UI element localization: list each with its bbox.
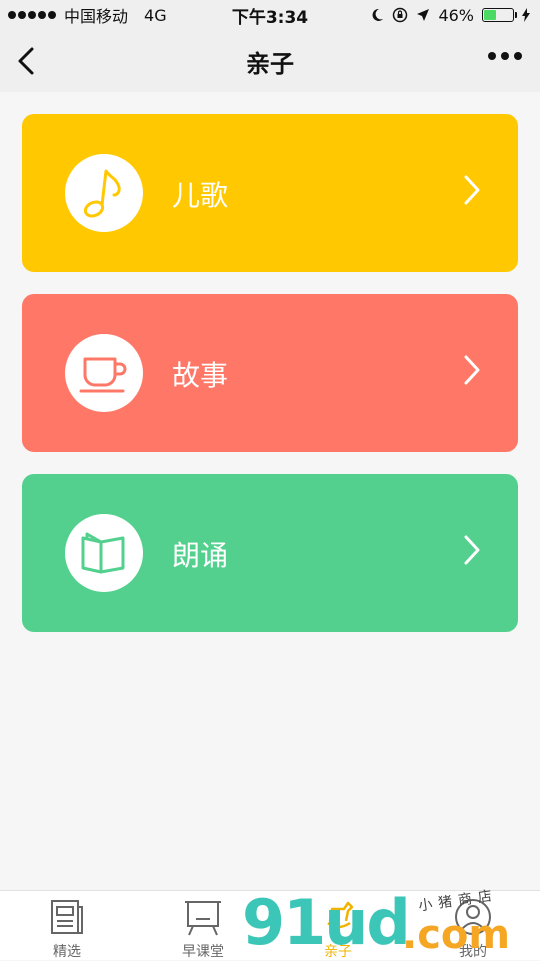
tab-mine[interactable]: 我的 [418, 891, 528, 961]
card-label: 故事 [172, 359, 229, 392]
card-icon-circle [65, 334, 143, 412]
navigation-bar: 亲子 [0, 30, 540, 92]
status-right: 46% [370, 6, 530, 25]
more-dot [514, 52, 522, 60]
tab-label: 我的 [459, 944, 487, 960]
tab-featured[interactable]: 精选 [12, 891, 122, 961]
tab-morning-class[interactable]: 早课堂 [148, 891, 258, 961]
tab-label: 早课堂 [182, 944, 224, 960]
orientation-lock-icon [393, 7, 408, 23]
card-recitation[interactable]: 朗诵 [22, 474, 518, 632]
tab-label: 亲子 [324, 944, 352, 960]
coffee-cup-icon [79, 357, 127, 393]
moon-icon [372, 8, 384, 21]
card-label: 儿歌 [172, 179, 229, 212]
card-label: 朗诵 [172, 539, 229, 572]
card-icon-circle [65, 154, 143, 232]
chevron-right-icon [464, 175, 480, 205]
tab-parent-child[interactable]: 亲子 [283, 891, 393, 961]
card-icon-circle [65, 514, 143, 592]
rocking-horse-icon [327, 901, 354, 929]
more-options-button[interactable] [488, 52, 522, 60]
open-book-icon [81, 532, 125, 574]
more-dot [501, 52, 509, 60]
charging-bolt-icon [522, 8, 530, 22]
newspaper-icon [51, 900, 83, 934]
status-bar: 中国移动 4G 下午3:34 46% [0, 0, 540, 30]
battery-percent: 46% [438, 5, 474, 25]
chevron-right-icon [464, 355, 480, 385]
chevron-right-icon [464, 535, 480, 565]
page-title: 亲子 [246, 49, 294, 78]
location-arrow-icon [417, 9, 430, 21]
chalkboard-icon [185, 901, 221, 936]
bottom-tab-bar: 精选 早课堂 亲子 我的 [0, 890, 540, 960]
tab-label: 精选 [53, 944, 81, 960]
card-stories[interactable]: 故事 [22, 294, 518, 452]
back-chevron-icon[interactable] [14, 46, 38, 76]
card-nursery-rhymes[interactable]: 儿歌 [22, 114, 518, 272]
music-note-icon [83, 169, 121, 218]
user-icon [455, 899, 491, 935]
more-dot [488, 52, 496, 60]
battery-icon [482, 8, 517, 22]
